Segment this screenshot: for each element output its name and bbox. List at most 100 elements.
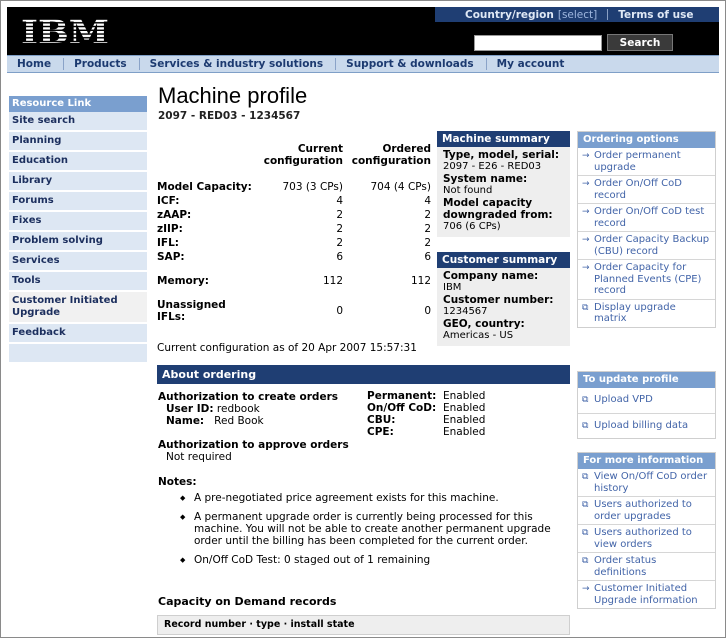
top-links: Country/region [select] Terms of use — [435, 7, 719, 22]
list-item: A pre-negotiated price agreement exists … — [180, 492, 568, 504]
left-nav-item[interactable]: Feedback — [9, 324, 147, 344]
field-label: Company name: — [443, 270, 539, 282]
notes-heading: Notes: — [158, 476, 197, 488]
notes: Notes: A pre-negotiated price agreement … — [158, 476, 568, 573]
ordering-options-heading: Ordering options — [578, 132, 715, 148]
left-nav-item[interactable]: Planning — [9, 132, 147, 152]
nav-support[interactable]: Support & downloads — [336, 58, 487, 70]
customer-summary: Customer summary Company name: IBM Custo… — [437, 252, 570, 346]
masthead: IBM Country/region [select] Terms of use … — [7, 7, 719, 55]
col-ordered: Ordered configuration — [351, 143, 431, 167]
link-view-onoff-cod-history[interactable]: ⧉ View On/Off CoD order history — [578, 469, 715, 497]
link-order-permanent-upgrade[interactable]: → Order permanent upgrade — [578, 148, 715, 176]
field-value: 706 (6 CPs) — [443, 221, 501, 232]
perm-label: Permanent: — [367, 390, 437, 402]
left-nav-filler — [9, 344, 147, 362]
field-label: GEO, country: — [443, 318, 525, 330]
arrow-right-icon: → — [582, 151, 590, 161]
page-subtitle: 2097 - RED03 - 1234567 — [158, 110, 301, 122]
user-id-value: redbook — [216, 403, 260, 415]
arrow-right-icon: → — [582, 235, 590, 245]
left-nav-item[interactable]: Library — [9, 172, 147, 192]
name-label: Name: — [166, 415, 205, 427]
more-information-heading: For more information — [578, 453, 715, 469]
left-nav-item[interactable]: Tools — [9, 272, 147, 292]
link-order-cpe[interactable]: → Order Capacity for Planned Events (CPE)… — [578, 260, 715, 300]
link-upload-billing-data[interactable]: ⧉ Upload billing data — [578, 414, 715, 439]
popup-window-icon: ⧉ — [582, 302, 589, 313]
arrow-right-icon: → — [582, 263, 590, 273]
left-nav-heading[interactable]: Resource Link — [9, 96, 147, 112]
field-value: IBM — [443, 282, 462, 293]
left-nav-item[interactable]: Forums — [9, 192, 147, 212]
link-cui-information[interactable]: → Customer Initiated Upgrade information — [578, 581, 715, 608]
link-order-onoff-cod[interactable]: → Order On/Off CoD record — [578, 176, 715, 204]
select-link[interactable]: [select] — [558, 9, 597, 21]
list-item: A permanent upgrade order is currently b… — [180, 511, 568, 547]
configuration-table: Current configuration Ordered configurat… — [157, 141, 433, 354]
perm-label: CPE: — [367, 426, 394, 438]
nav-my-account[interactable]: My account — [487, 58, 577, 70]
link-display-upgrade-matrix[interactable]: ⧉ Display upgrade matrix — [578, 300, 715, 327]
field-value: 2097 - E26 - RED03 — [443, 161, 542, 172]
ibm-logo[interactable]: IBM — [21, 13, 113, 49]
link-upload-vpd[interactable]: ⧉ Upload VPD — [578, 388, 715, 414]
table-row: zAAP: 2 2 — [157, 209, 431, 221]
search-input[interactable] — [474, 35, 602, 51]
link-users-authorized-order[interactable]: ⧉ Users authorized to order upgrades — [578, 497, 715, 525]
link-order-status-definitions[interactable]: ⧉ Order status definitions — [578, 553, 715, 581]
nav-home[interactable]: Home — [7, 58, 65, 70]
popup-window-icon: ⧉ — [582, 500, 589, 510]
page-title: Machine profile — [158, 83, 308, 108]
link-users-authorized-view[interactable]: ⧉ Users authorized to view orders — [578, 525, 715, 553]
left-nav-item[interactable]: Education — [9, 152, 147, 172]
field-value: Americas - US — [443, 330, 514, 341]
popup-window-icon: ⧉ — [582, 472, 589, 482]
country-region-link[interactable]: Country/region [select] — [435, 9, 597, 21]
machine-summary-heading: Machine summary — [437, 131, 570, 147]
nav-services[interactable]: Services & industry solutions — [140, 58, 337, 70]
perm-value: Enabled — [443, 402, 486, 414]
table-row: ICF: 4 4 — [157, 195, 431, 207]
left-nav-item[interactable]: Site search — [9, 112, 147, 132]
configuration-header: Current configuration Ordered configurat… — [157, 141, 433, 181]
name-value: Red Book — [214, 415, 264, 427]
table-row: IFL: 2 2 — [157, 237, 431, 249]
authorization-permissions: Permanent: Enabled On/Off CoD: Enabled CBU… — [367, 390, 485, 438]
perm-label: On/Off CoD: — [367, 402, 437, 414]
update-profile-heading: To update profile — [578, 372, 715, 388]
field-label: System name: — [443, 173, 528, 185]
search-button[interactable]: Search — [607, 34, 673, 51]
left-nav: Resource Link Site search Planning Educa… — [9, 96, 147, 362]
link-order-onoff-cod-test[interactable]: → Order On/Off CoD test record — [578, 204, 715, 232]
field-value: Not found — [443, 185, 493, 196]
field-label: Type, model, serial: — [443, 149, 560, 161]
authorization-create: Authorization to create orders User ID: … — [158, 391, 349, 463]
left-nav-item-selected[interactable]: Customer Initiated Upgrade — [9, 292, 147, 324]
perm-value: Enabled — [443, 426, 486, 438]
link-order-cbu[interactable]: → Order Capacity Backup (CBU) record — [578, 232, 715, 260]
machine-summary: Machine summary Type, model, serial: 209… — [437, 131, 570, 237]
page-frame: IBM Country/region [select] Terms of use … — [0, 0, 726, 638]
about-ordering-heading: About ordering — [157, 365, 570, 384]
table-row: Memory: 112 112 — [157, 275, 431, 287]
left-nav-item[interactable]: Services — [9, 252, 147, 272]
logo-lettering: IBM — [21, 16, 109, 46]
nav-products[interactable]: Products — [64, 58, 140, 70]
arrow-right-icon: → — [582, 179, 590, 189]
more-information: For more information ⧉ View On/Off CoD or… — [577, 452, 716, 609]
left-nav-item[interactable]: Fixes — [9, 212, 147, 232]
perm-value: Enabled — [443, 390, 486, 402]
terms-of-use-link[interactable]: Terms of use — [618, 9, 693, 21]
main-nav: Home Products Services & industry soluti… — [7, 55, 719, 73]
left-nav-item[interactable]: Problem solving — [9, 232, 147, 252]
user-id-label: User ID: — [166, 403, 214, 415]
auth-approve-value: Not required — [166, 451, 232, 463]
auth-approve-heading: Authorization to approve orders — [158, 439, 349, 451]
ordering-options: Ordering options → Order permanent upgrad… — [577, 131, 716, 328]
table-row: Model Capacity: 703 (3 CPs) 704 (4 CPs) — [157, 181, 431, 193]
customer-summary-heading: Customer summary — [437, 252, 570, 268]
popup-window-icon: ⧉ — [582, 420, 589, 431]
popup-window-icon: ⧉ — [582, 395, 589, 405]
col-current: Current configuration — [263, 143, 343, 167]
